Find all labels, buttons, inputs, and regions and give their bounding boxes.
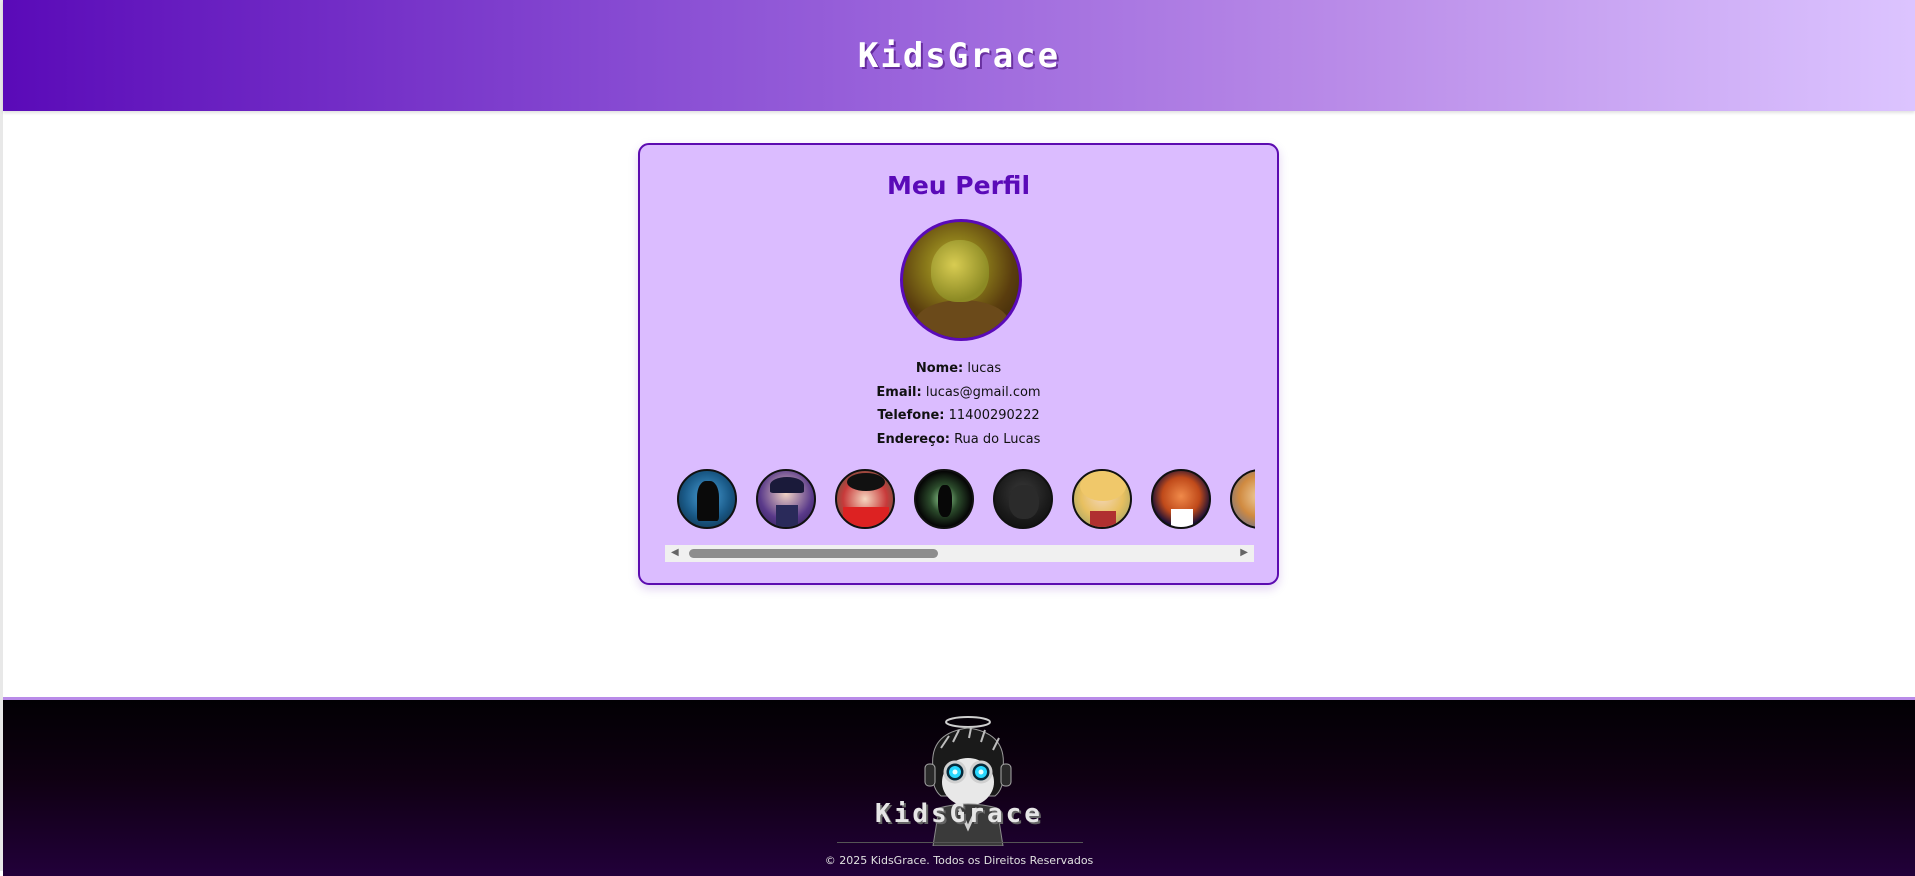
triangle-left-icon[interactable]: ◀ xyxy=(671,548,679,558)
footer-divider xyxy=(837,842,1083,843)
avatar-figure-face xyxy=(931,240,989,302)
avatar-figure-body xyxy=(915,300,1009,338)
avatar-option-8[interactable] xyxy=(1230,469,1255,529)
avatar-option-4[interactable] xyxy=(914,469,974,529)
name-label: Nome: xyxy=(915,361,964,376)
avatar-option-7[interactable] xyxy=(1151,469,1211,529)
footer-logo[interactable]: KidsGrace xyxy=(3,799,1915,829)
email-value: lucas@gmail.com xyxy=(925,384,1041,400)
email-label: Email: xyxy=(876,384,922,400)
site-footer: KidsGrace © 2025 KidsGrace. Todos os Dir… xyxy=(3,697,1915,876)
address-value: Rua do Lucas xyxy=(954,431,1041,447)
avatar-option-1[interactable] xyxy=(677,469,737,529)
gallery-scrollbar[interactable]: ◀ ▶ xyxy=(665,545,1254,562)
triangle-right-icon[interactable]: ▶ xyxy=(1240,548,1248,558)
scrollbar-thumb[interactable] xyxy=(689,549,938,558)
profile-card: Meu Perfil Nome: lucas Email: lucas@gmai… xyxy=(638,143,1279,585)
name-value: lucas xyxy=(967,361,1002,376)
phone-label: Telefone: xyxy=(877,408,945,423)
profile-phone-row: Telefone: 11400290222 xyxy=(640,404,1277,428)
avatar-option-3[interactable] xyxy=(835,469,895,529)
avatar-option-2[interactable] xyxy=(756,469,816,529)
profile-name-row: Nome: lucas xyxy=(640,357,1277,381)
profile-title: Meu Perfil xyxy=(886,171,1031,200)
site-logo[interactable]: KidsGrace xyxy=(858,36,1060,76)
phone-value: 11400290222 xyxy=(948,408,1040,423)
profile-info: Nome: lucas Email: lucas@gmail.com Telef… xyxy=(640,357,1277,451)
avatar-option-6[interactable] xyxy=(1072,469,1132,529)
footer-copyright: © 2025 KidsGrace. Todos os Direitos Rese… xyxy=(824,854,1094,867)
avatar-gallery xyxy=(667,467,1255,532)
profile-avatar[interactable] xyxy=(900,219,1022,341)
address-label: Endereço: xyxy=(876,431,950,447)
site-header: KidsGrace xyxy=(3,0,1915,111)
profile-email-row: Email: lucas@gmail.com xyxy=(640,381,1277,405)
avatar-option-5[interactable] xyxy=(993,469,1053,529)
profile-address-row: Endereço: Rua do Lucas xyxy=(640,428,1277,452)
